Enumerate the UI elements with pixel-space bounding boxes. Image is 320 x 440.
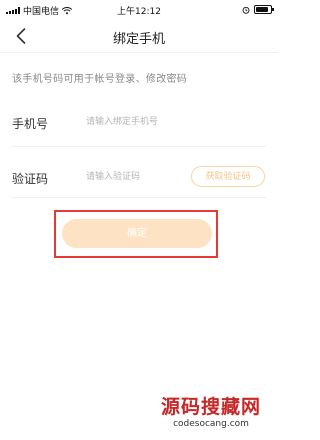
- code-divider: [12, 197, 266, 198]
- battery-icon: [254, 5, 274, 14]
- get-code-button[interactable]: 获取验证码: [191, 166, 265, 187]
- status-time: 上午12:12: [117, 7, 161, 17]
- nav-divider: [0, 52, 278, 53]
- code-input[interactable]: [86, 168, 184, 186]
- phone-divider: [12, 146, 266, 147]
- phone-label: 手机号: [12, 117, 49, 131]
- watermark-url: codesocang.com: [173, 419, 249, 429]
- page-title: 绑定手机: [112, 32, 165, 47]
- hint-text: 该手机号码可用于帐号登录、修改密码: [12, 74, 188, 85]
- phone-input[interactable]: [86, 113, 226, 131]
- status-bar: 中国电信 上午12:12: [0, 0, 278, 20]
- confirm-button[interactable]: 确定: [62, 219, 212, 248]
- watermark-title: 源码搜藏网: [160, 396, 261, 418]
- nav-bar: 绑定手机: [0, 20, 278, 52]
- code-label: 验证码: [12, 172, 49, 186]
- status-right: [242, 5, 274, 14]
- alarm-icon: [242, 6, 250, 14]
- watermark: 源码搜藏网 codesocang.com: [150, 396, 272, 430]
